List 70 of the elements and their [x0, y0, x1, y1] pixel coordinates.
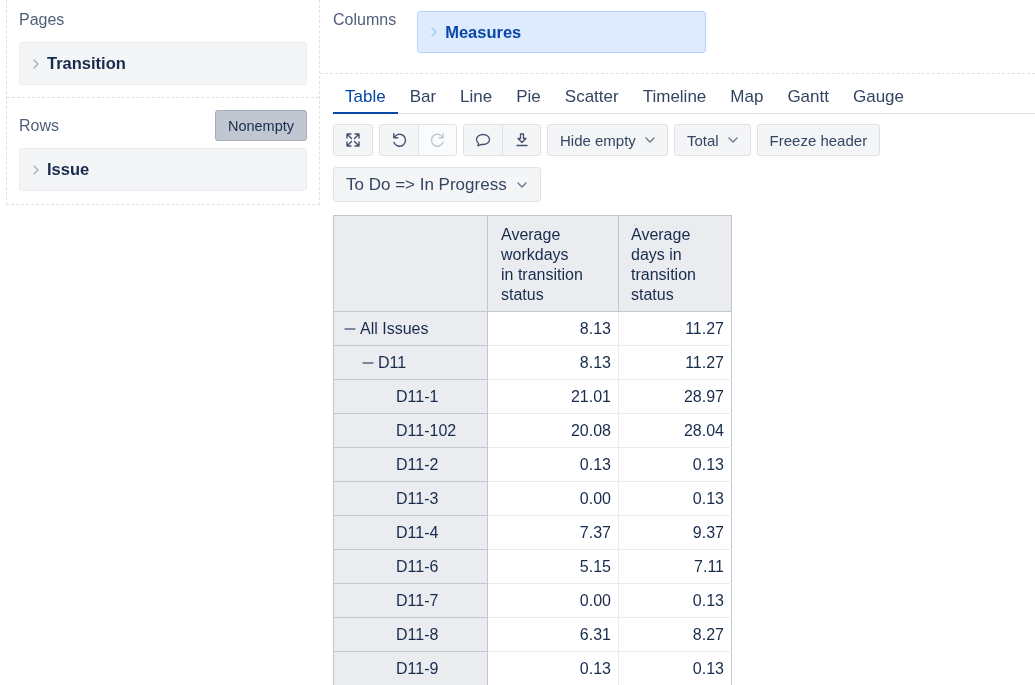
table-cell: 7.11	[618, 549, 732, 584]
undo-icon	[391, 132, 407, 148]
table-cell: 5.15	[487, 549, 619, 584]
table-cell: 28.97	[618, 379, 732, 414]
chevron-down-icon	[516, 181, 527, 188]
dimension-chip[interactable]: Issue	[19, 148, 307, 191]
table-cell: 20.08	[487, 413, 619, 448]
dimension-chip[interactable]: Transition	[19, 42, 307, 85]
download-icon	[513, 132, 530, 148]
section-label: Rows	[19, 115, 59, 136]
row-label: D11-102	[396, 420, 457, 441]
table-cell: 0.13	[618, 651, 732, 685]
column-header: Average days in transition status	[618, 215, 732, 312]
table-cell: 8.13	[487, 345, 619, 380]
table-cell: 11.27	[618, 345, 732, 380]
download-button[interactable]	[502, 125, 540, 155]
chart-tab[interactable]: Gauge	[840, 82, 916, 114]
row-label: D11-4	[396, 522, 439, 543]
chevron-right-icon	[431, 27, 438, 37]
row-label: D11-9	[396, 658, 439, 679]
fullscreen-button[interactable]	[334, 125, 372, 155]
table-cell: 0.00	[487, 481, 619, 516]
dropdown-button[interactable]: Hide empty	[547, 124, 668, 156]
column-header: Average workdays in transition status	[487, 215, 619, 312]
chart-tab[interactable]: Pie	[504, 82, 553, 114]
table-cell: 6.31	[487, 617, 619, 652]
chevron-down-icon	[727, 137, 738, 143]
speech-bubble-icon	[475, 132, 491, 148]
row-label: D11-1	[396, 386, 439, 407]
row-label: D11-7	[396, 590, 439, 611]
row-label: D11-3	[396, 488, 439, 509]
table-cell: 0.13	[487, 447, 619, 482]
table-cell: 9.37	[618, 515, 732, 550]
row-label: D11-2	[396, 454, 439, 475]
table-cell: 0.13	[618, 481, 732, 516]
row-label: All Issues	[360, 318, 429, 339]
table-cell: 0.13	[618, 447, 732, 482]
row-label: D11	[378, 352, 407, 373]
table-cell: 7.37	[487, 515, 619, 550]
chevron-right-icon	[33, 58, 39, 69]
table-cell: 8.13	[487, 311, 619, 346]
redo-icon	[429, 132, 446, 148]
table-cell: 8.27	[618, 617, 732, 652]
table-cell: 11.27	[618, 311, 732, 346]
undo-button[interactable]	[380, 125, 418, 155]
dimension-chip[interactable]: Measures	[417, 11, 707, 53]
filter-dropdown[interactable]: To Do => In Progress	[333, 167, 541, 202]
chart-tab[interactable]: Scatter	[552, 82, 631, 114]
chart-tab[interactable]: Timeline	[630, 82, 719, 114]
table-cell: 21.01	[487, 379, 619, 414]
comment-button[interactable]	[464, 125, 502, 155]
section-label: Columns	[333, 10, 397, 30]
table-cell: 0.13	[618, 583, 732, 618]
row-label: D11-8	[396, 624, 439, 645]
table-cell: 0.00	[487, 583, 619, 618]
chevron-right-icon	[33, 164, 39, 175]
chart-tab[interactable]: Map	[718, 82, 776, 114]
table-cell: 0.13	[487, 651, 619, 685]
chevron-down-icon	[644, 137, 655, 143]
expand-icon	[345, 132, 361, 148]
chart-tab[interactable]: Table	[333, 82, 398, 114]
chart-tab[interactable]: Bar	[397, 82, 449, 114]
chart-tab[interactable]: Gantt	[775, 82, 841, 114]
dropdown-button[interactable]: Total	[673, 124, 751, 156]
nonempty-toggle[interactable]: Nonempty	[214, 110, 307, 141]
section-label: Pages	[19, 10, 66, 30]
toolbar-button[interactable]: Freeze header	[756, 124, 881, 156]
chart-tab[interactable]: Line	[448, 82, 505, 114]
row-label: D11-6	[396, 556, 439, 577]
table-cell: 28.04	[618, 413, 732, 448]
